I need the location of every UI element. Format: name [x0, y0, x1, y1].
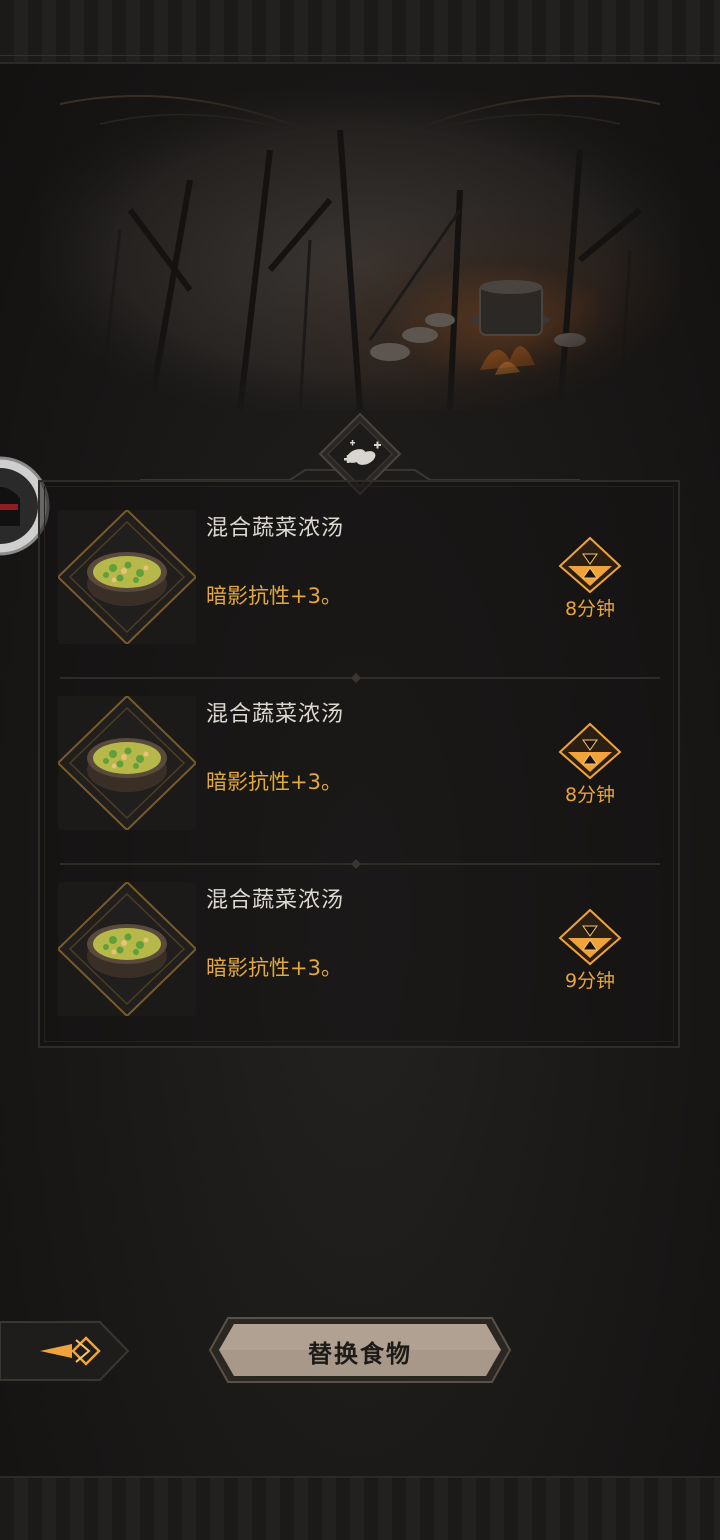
list-item[interactable]: 混合蔬菜浓汤 暗影抗性+3。 8分钟 [58, 510, 658, 650]
soup-bowl-icon [58, 696, 196, 830]
hourglass-icon [558, 536, 622, 594]
food-effect: 暗影抗性+3。 [206, 770, 342, 794]
divider [60, 859, 660, 869]
duration-label: 8分钟 [564, 598, 616, 620]
hourglass-icon [558, 722, 622, 780]
duration-label: 9分钟 [564, 970, 616, 992]
ornamental-bottom-border [0, 1476, 720, 1540]
divider [60, 673, 660, 683]
replace-food-button[interactable]: 替换食物 [206, 1314, 514, 1386]
duration-label: 8分钟 [564, 784, 616, 806]
list-item[interactable]: 混合蔬菜浓汤 暗影抗性+3。 9分钟 [58, 882, 658, 1022]
timer: 8分钟 [558, 536, 622, 626]
timer: 9分钟 [558, 908, 622, 998]
food-name: 混合蔬菜浓汤 [206, 702, 345, 727]
replace-food-label: 替换食物 [308, 1340, 412, 1368]
food-effect: 暗影抗性+3。 [206, 584, 342, 608]
ornamental-top-border [0, 0, 720, 64]
list-item[interactable]: 混合蔬菜浓汤 暗影抗性+3。 8分钟 [58, 696, 658, 836]
arrow-left-icon[interactable] [0, 1318, 132, 1384]
food-screen: 混合蔬菜浓汤 暗影抗性+3。 8分钟 混合蔬菜浓汤 暗影抗性+3。 8分钟 混合… [0, 0, 720, 1540]
soup-bowl-icon [58, 882, 196, 1016]
soup-bowl-icon [58, 510, 196, 644]
camp-scene-artwork [40, 90, 680, 410]
hourglass-icon [558, 908, 622, 966]
food-name: 混合蔬菜浓汤 [206, 516, 345, 541]
timer: 8分钟 [558, 722, 622, 812]
food-effect: 暗影抗性+3。 [206, 956, 342, 980]
food-name: 混合蔬菜浓汤 [206, 888, 345, 913]
